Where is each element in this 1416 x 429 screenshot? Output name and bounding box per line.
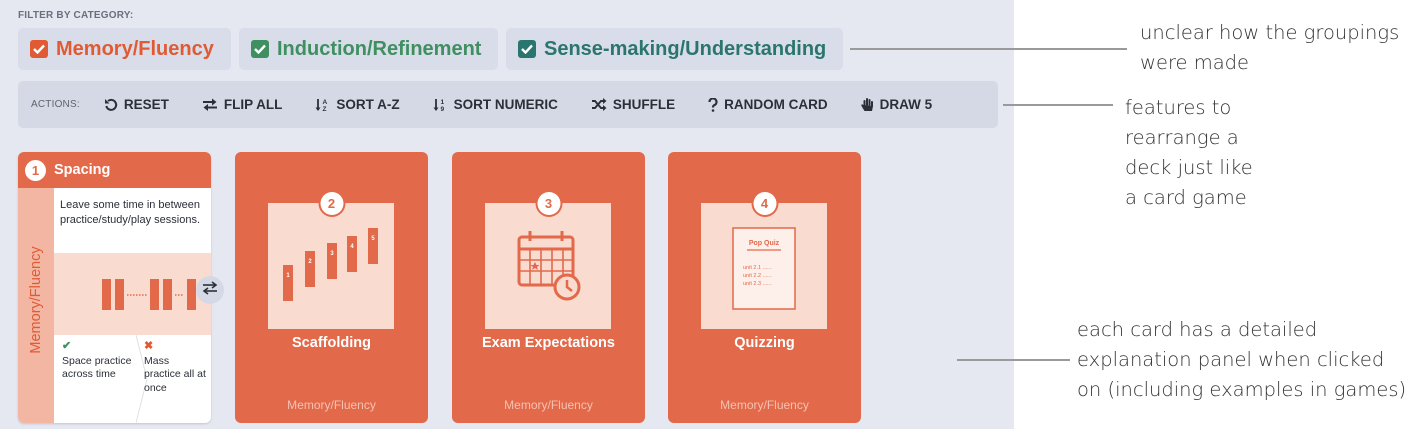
annotation-features: features to rearrange a deck just like a… bbox=[1125, 93, 1253, 213]
annotation-panel: each card has a detailed explanation pan… bbox=[1077, 315, 1406, 405]
card-title: Quizzing bbox=[734, 335, 795, 351]
card-exam-expectations[interactable]: 3 Exam Expectations Memory/Fluency bbox=[452, 152, 645, 423]
detail-card-header: 1 Spacing bbox=[18, 152, 211, 188]
card-number-badge: 3 bbox=[537, 192, 560, 215]
filter-chip-label: Sense-making/Understanding bbox=[544, 37, 827, 60]
actions-toolbar: ACTIONS: RESET FLIP ALL AZ SORT A-Z 19 S… bbox=[18, 81, 998, 128]
flip-all-label: FLIP ALL bbox=[223, 97, 283, 112]
quiz-illustration: Pop Quiz unit 2.1 ...... unit 2.2 ......… bbox=[701, 203, 827, 329]
flip-card-button[interactable] bbox=[196, 276, 224, 304]
card-description: Leave some time in between practice/stud… bbox=[60, 199, 201, 226]
checkbox-checked-icon[interactable] bbox=[251, 40, 269, 58]
quiz-line: unit 2.1 ...... bbox=[743, 265, 772, 271]
cross-icon: ✖ bbox=[144, 340, 154, 352]
card-title: Scaffolding bbox=[292, 335, 371, 351]
filter-label: FILTER BY CATEGORY: bbox=[18, 10, 134, 21]
card-category-label: Memory/Fluency bbox=[287, 398, 376, 412]
hand-icon bbox=[861, 97, 874, 112]
card-quizzing[interactable]: Pop Quiz unit 2.1 ...... unit 2.2 ......… bbox=[668, 152, 861, 423]
flip-icon bbox=[202, 98, 218, 111]
annotation-line: features to bbox=[1125, 96, 1232, 119]
card-title: Spacing bbox=[54, 162, 111, 178]
annotation-groupings: unclear how the groupings were made bbox=[1140, 18, 1399, 78]
draw-5-button[interactable]: DRAW 5 bbox=[861, 97, 933, 112]
annotation-line: each card has a detailed bbox=[1077, 318, 1318, 341]
sort-numeric-label: SORT NUMERIC bbox=[453, 97, 558, 112]
sort-a-z-label: SORT A-Z bbox=[336, 97, 400, 112]
random-card-button[interactable]: RANDOM CARD bbox=[708, 97, 828, 112]
annotation-line: rearrange a bbox=[1125, 126, 1239, 149]
annotation-line: explanation panel when clicked bbox=[1077, 348, 1385, 371]
card-deck-app: FILTER BY CATEGORY: Memory/Fluency Induc… bbox=[0, 0, 1014, 429]
annotation-line: on (including examples in games) bbox=[1077, 378, 1407, 401]
dont-example: ✖ Mass practice all at once bbox=[144, 340, 206, 395]
card-number-badge: 2 bbox=[320, 192, 343, 215]
dont-text: Mass practice all at once bbox=[144, 354, 206, 394]
svg-text:1: 1 bbox=[440, 99, 444, 106]
actions-label: ACTIONS: bbox=[31, 99, 80, 110]
annotation-line: were made bbox=[1140, 51, 1250, 74]
shuffle-label: SHUFFLE bbox=[612, 97, 676, 112]
annotation-line: a card game bbox=[1125, 186, 1247, 209]
filter-chip-label: Induction/Refinement bbox=[277, 37, 482, 60]
reset-icon bbox=[104, 98, 118, 112]
card-category-label: Memory/Fluency bbox=[504, 398, 593, 412]
annotation-leader-line bbox=[957, 359, 1070, 361]
reset-label: RESET bbox=[123, 97, 169, 112]
sort-a-z-button[interactable]: AZ SORT A-Z bbox=[315, 97, 400, 112]
card-scaffolding[interactable]: 1 2 3 4 5 2 Scaffolding Memory/Fluency bbox=[235, 152, 428, 423]
filter-chip-memory-fluency[interactable]: Memory/Fluency bbox=[18, 28, 231, 70]
card-spacing-detail[interactable]: 1 Spacing Memory/Fluency Leave some time… bbox=[18, 152, 211, 423]
annotation-leader-line bbox=[1003, 104, 1113, 106]
spacing-illustration bbox=[54, 253, 211, 335]
card-title: Exam Expectations bbox=[482, 335, 615, 351]
annotation-line: unclear how the groupings bbox=[1140, 21, 1400, 44]
card-category-sidebar: Memory/Fluency bbox=[18, 188, 54, 423]
calendar-icon bbox=[485, 203, 611, 329]
sort-numeric-icon: 19 bbox=[433, 98, 448, 112]
do-example: ✔ Space practice across time bbox=[62, 340, 132, 382]
quiz-line: unit 2.2 ...... bbox=[743, 273, 772, 279]
checkbox-checked-icon[interactable] bbox=[518, 40, 536, 58]
svg-text:Z: Z bbox=[323, 106, 327, 112]
svg-text:A: A bbox=[323, 99, 328, 106]
quiz-title: Pop Quiz bbox=[749, 240, 780, 247]
card-number-badge: 1 bbox=[25, 159, 46, 181]
check-icon: ✔ bbox=[62, 340, 72, 352]
checkbox-checked-icon[interactable] bbox=[30, 40, 48, 58]
sort-numeric-button[interactable]: 19 SORT NUMERIC bbox=[433, 97, 558, 112]
draw-5-label: DRAW 5 bbox=[879, 97, 933, 112]
filter-chip-label: Memory/Fluency bbox=[56, 37, 214, 60]
question-icon bbox=[708, 97, 718, 112]
card-category-label: Memory/Fluency bbox=[28, 246, 44, 354]
filter-chip-sense-making-understanding[interactable]: Sense-making/Understanding bbox=[506, 28, 843, 70]
annotation-line: deck just like bbox=[1125, 156, 1253, 179]
filter-chip-induction-refinement[interactable]: Induction/Refinement bbox=[239, 28, 498, 70]
sort-alpha-icon: AZ bbox=[315, 98, 330, 112]
annotation-leader-line bbox=[850, 48, 1127, 50]
shuffle-button[interactable]: SHUFFLE bbox=[591, 97, 675, 112]
svg-text:9: 9 bbox=[440, 106, 444, 112]
reset-button[interactable]: RESET bbox=[104, 97, 169, 112]
scaffolding-illustration: 1 2 3 4 5 bbox=[268, 203, 394, 329]
random-card-label: RANDOM CARD bbox=[724, 97, 828, 112]
do-text: Space practice across time bbox=[62, 354, 132, 381]
quiz-line: unit 2.3 ...... bbox=[743, 281, 772, 287]
swap-icon bbox=[202, 280, 218, 300]
flip-all-button[interactable]: FLIP ALL bbox=[202, 97, 283, 112]
card-category-label: Memory/Fluency bbox=[720, 398, 809, 412]
shuffle-icon bbox=[591, 98, 607, 111]
card-number-badge: 4 bbox=[753, 192, 776, 215]
